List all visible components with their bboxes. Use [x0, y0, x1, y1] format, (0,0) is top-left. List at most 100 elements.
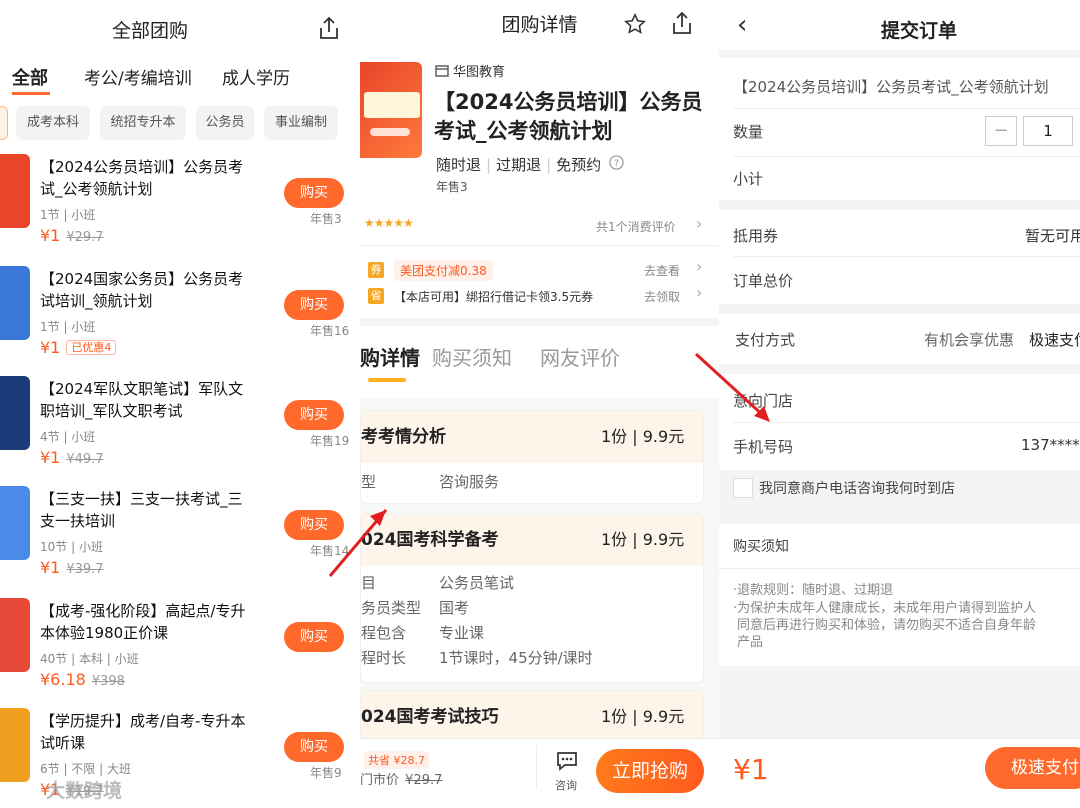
- quantity-input[interactable]: 1: [1023, 116, 1073, 146]
- store-price-value: ¥29.7: [405, 773, 443, 788]
- product-title[interactable]: 【2024公务员培训】公务员考试_公考领航计划: [40, 156, 255, 200]
- share-icon[interactable]: [318, 16, 340, 40]
- payment-hint: 有机会享优惠: [924, 331, 1015, 349]
- consult-label[interactable]: 咨询: [555, 777, 577, 793]
- sold-count: 年售9: [310, 766, 342, 780]
- product-title[interactable]: 【三支一扶】三支一扶考试_三支一扶培训: [40, 488, 255, 532]
- product-title[interactable]: 【成考-强化阶段】高起点/专升本体验1980正价课: [40, 600, 255, 644]
- badges: 随时退 | 过期退 | 免预约: [436, 156, 602, 174]
- shop-icon: [435, 65, 449, 77]
- promo-bank: 【本店可用】绑招行借记卡领3.5元券: [394, 290, 594, 304]
- promo-claim-link[interactable]: 去领取: [644, 288, 680, 305]
- decrement-button[interactable]: −: [985, 116, 1017, 146]
- product-price: ¥1: [40, 226, 61, 245]
- filter-chip[interactable]: 公务员: [196, 106, 254, 140]
- phone-label: 手机号码: [733, 438, 794, 456]
- package-item-name: 考考情分析: [361, 427, 446, 447]
- product-title[interactable]: 【2024国家公务员】公务员考试培训_领航计划: [40, 268, 255, 312]
- product-old-price: ¥39.7: [66, 562, 104, 577]
- product-thumbnail[interactable]: [0, 376, 30, 450]
- subtotal-label: 小计: [733, 170, 764, 188]
- sold-count: 年售16: [310, 324, 350, 338]
- coupon-value[interactable]: 暂无可用: [1025, 225, 1080, 246]
- product-meta: 6节 | 不限 | 大班: [40, 762, 131, 776]
- star-icon[interactable]: [624, 13, 646, 35]
- share-icon[interactable]: [671, 11, 693, 35]
- svg-text:?: ?: [614, 158, 619, 169]
- package-item-key: 务员类型: [361, 599, 422, 617]
- pay-button[interactable]: 极速支付: [985, 747, 1080, 789]
- package-item-header: 024国考科学备考 1份 | 9.9元: [361, 514, 703, 566]
- package-item: 考考情分析 1份 | 9.9元 型 咨询服务: [360, 410, 704, 504]
- product-meta: 10节 | 小班: [40, 540, 103, 554]
- consent-checkbox[interactable]: [733, 478, 753, 498]
- package-item-value: 公务员笔试: [439, 574, 515, 592]
- product-thumbnail[interactable]: [0, 154, 30, 228]
- reviews-row[interactable]: ★★★★★ 共1个消费评价 ›: [360, 206, 719, 246]
- phone-input[interactable]: 137****2: [1021, 436, 1080, 454]
- coupon-section: 抵用券 暂无可用 订单总价: [719, 210, 1080, 304]
- package-item-header: 考考情分析 1份 | 9.9元: [361, 411, 703, 463]
- product-price: ¥1: [40, 448, 61, 467]
- filter-chip[interactable]: 事业编制: [264, 106, 338, 140]
- group-list-panel: 全部团购 全部 考公/考编培训 成人学历 成考本科 统招专升本 公务员 事业编制…: [0, 0, 360, 808]
- tab-adult-education[interactable]: 成人学历: [222, 64, 290, 89]
- product-title[interactable]: 【2024军队文职笔试】军队文职培训_军队文职考试: [40, 378, 255, 422]
- discount-tag: 已优惠4: [66, 340, 117, 355]
- save-tag: 共省 ¥28.7: [364, 751, 429, 769]
- buy-button[interactable]: 购买: [284, 290, 344, 320]
- package-item-key: 型: [361, 473, 377, 491]
- buy-button[interactable]: 购买: [284, 732, 344, 762]
- help-icon[interactable]: ?: [609, 155, 624, 170]
- product-thumbnail[interactable]: [0, 486, 30, 560]
- product-old-price: ¥49.7: [66, 452, 104, 467]
- product-meta: 4节 | 小班: [40, 430, 96, 444]
- product-thumbnail[interactable]: [0, 266, 30, 340]
- filter-chip-selected[interactable]: [0, 106, 8, 140]
- order-product-section: 【2024公务员培训】公务员考试_公考领航计划 数量 − 1 小计: [719, 58, 1080, 200]
- package-item-key: 程时长: [361, 649, 407, 667]
- tab-indicator: [368, 378, 406, 382]
- product-price: ¥6.18: [40, 670, 86, 689]
- total-price: ¥1: [733, 753, 769, 786]
- buy-button[interactable]: 购买: [284, 400, 344, 430]
- tab-details[interactable]: 购详情: [360, 342, 420, 371]
- tab-purchase-notes[interactable]: 购买须知: [432, 342, 512, 371]
- buy-button[interactable]: 购买: [284, 178, 344, 208]
- package-item-value: 国考: [439, 599, 470, 617]
- total-label: 订单总价: [733, 272, 794, 290]
- product-price: ¥1: [40, 338, 61, 357]
- product-thumbnail[interactable]: [0, 708, 30, 782]
- order-bottom-bar: ¥1 极速支付: [719, 738, 1080, 808]
- divider: [360, 318, 719, 326]
- buy-button[interactable]: 购买: [284, 622, 344, 652]
- filter-chip[interactable]: 成考本科: [16, 106, 90, 140]
- quantity-label: 数量: [733, 123, 764, 141]
- badge: 随时退: [436, 156, 482, 174]
- back-icon[interactable]: ‹: [737, 10, 747, 40]
- notice-section: 购买须知 ·退款规则：随时退、过期退 ·为保护未成年人健康成长，未成年用户请得到…: [719, 524, 1080, 666]
- product-image: [360, 62, 422, 158]
- chevron-right-icon: ›: [696, 257, 703, 276]
- page-title: 全部团购: [111, 20, 188, 42]
- shop-name[interactable]: 华图教育: [453, 61, 505, 80]
- product-price-row: ¥1 ¥39.7: [40, 558, 104, 577]
- tab-reviews[interactable]: 网友评价: [540, 342, 620, 371]
- chat-icon[interactable]: [556, 751, 578, 771]
- product-price-row: ¥6.18 ¥398: [40, 670, 125, 689]
- page-title: 提交订单: [881, 20, 958, 42]
- promo-view-link[interactable]: 去查看: [644, 262, 680, 279]
- chevron-right-icon: ›: [696, 214, 703, 233]
- tab-civil-exam[interactable]: 考公/考编培训: [84, 64, 192, 89]
- detail-panel: 团购详情 华图教育 【2024公务员培训】公务员考试_公考领航计划 随时退 | 过期…: [360, 0, 719, 808]
- package-item-key: 程包含: [361, 624, 407, 642]
- package-item-name: 024国考考试技巧: [361, 707, 499, 727]
- watermark: 大数跨境: [46, 780, 123, 802]
- filter-chip[interactable]: 统招专升本: [100, 106, 186, 140]
- product-title[interactable]: 【学历提升】成考/自考-专升本试听课: [40, 710, 255, 754]
- coupon-icon: 券: [368, 262, 384, 278]
- grab-button[interactable]: 立即抢购: [596, 749, 704, 793]
- product-thumbnail[interactable]: [0, 598, 30, 672]
- annotation-arrow-icon: [694, 352, 770, 422]
- tab-all[interactable]: 全部: [12, 64, 48, 90]
